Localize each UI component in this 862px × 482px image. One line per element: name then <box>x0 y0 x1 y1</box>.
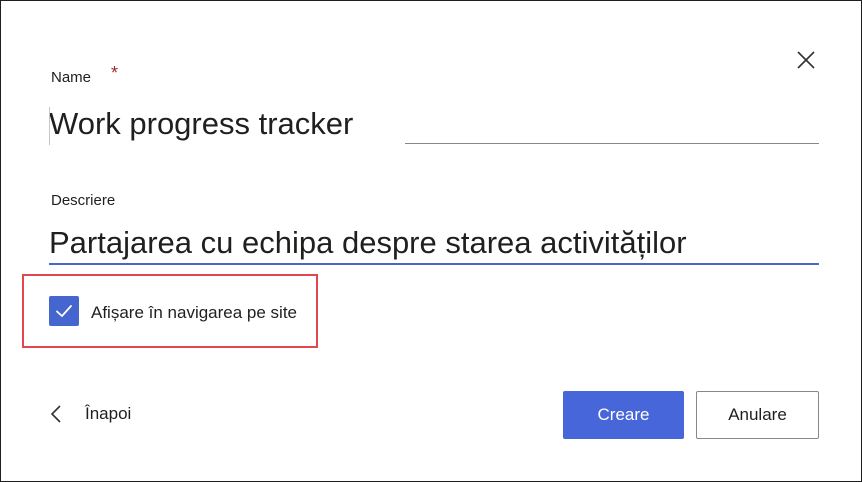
chevron-left-icon <box>50 405 61 423</box>
close-button[interactable] <box>791 45 821 75</box>
required-marker: * <box>111 63 119 83</box>
description-label: Descriere <box>51 192 116 209</box>
checkmark-icon <box>56 305 72 317</box>
back-button[interactable]: Înapoi <box>49 399 131 429</box>
create-list-dialog: Name * Descriere Afișare în navigarea pe… <box>0 0 862 482</box>
name-input-underline <box>405 143 819 144</box>
description-input-underline <box>49 263 819 265</box>
name-input-edge <box>49 107 50 145</box>
show-in-navigation-checkbox[interactable] <box>49 296 79 326</box>
cancel-button[interactable]: Anulare <box>696 391 819 439</box>
close-icon <box>797 51 815 69</box>
create-button[interactable]: Creare <box>563 391 684 439</box>
description-input[interactable] <box>49 223 819 263</box>
show-in-navigation-label: Afișare în navigarea pe site <box>91 303 298 322</box>
name-input[interactable] <box>49 103 819 145</box>
name-label: Name <box>51 69 92 86</box>
back-button-label: Înapoi <box>85 404 132 423</box>
